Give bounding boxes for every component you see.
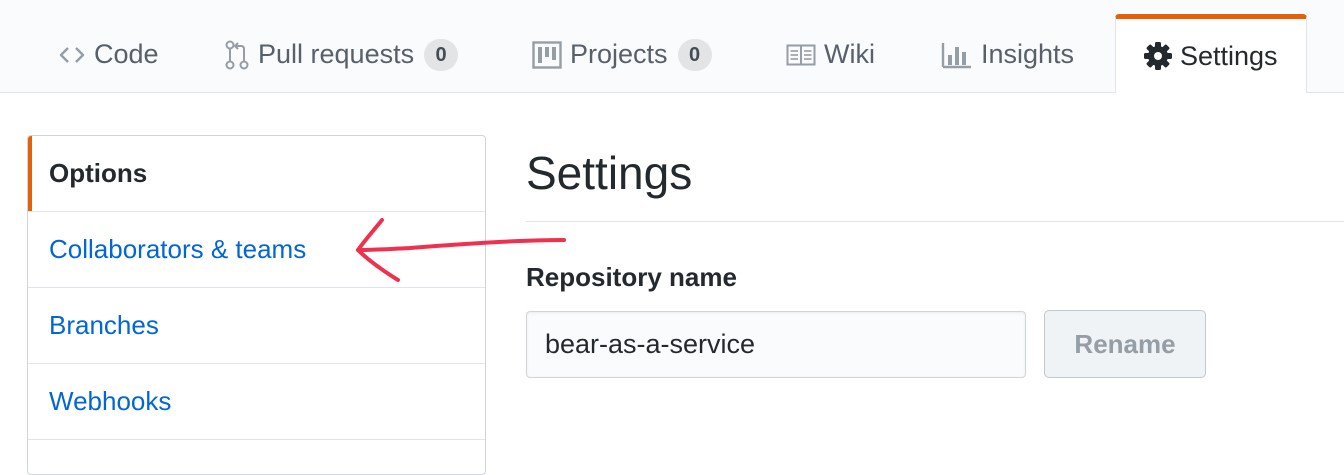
tab-label: Code	[94, 39, 159, 69]
projects-count-badge: 0	[677, 38, 712, 71]
tab-code[interactable]: Code	[58, 16, 159, 93]
book-icon	[786, 44, 816, 66]
sidebar-item-branches[interactable]: Branches	[28, 288, 485, 364]
tab-projects[interactable]: Projects 0	[532, 16, 712, 93]
title-divider	[526, 221, 1344, 222]
code-icon	[58, 45, 86, 65]
annotation-arrow-icon	[356, 218, 566, 282]
page-title: Settings	[526, 147, 693, 199]
tab-wiki[interactable]: Wiki	[786, 16, 875, 93]
tab-label: Projects	[570, 39, 668, 69]
tab-label: Wiki	[824, 39, 875, 69]
repo-nav-tabs: Code Pull requests 0 Projects 0 Wiki Ins…	[0, 0, 1344, 93]
sidebar-item-label: Options	[49, 158, 148, 188]
tab-label: Insights	[981, 39, 1075, 69]
settings-sidebar: Options Collaborators & teams Branches W…	[27, 135, 486, 475]
gear-icon	[1144, 42, 1172, 70]
tab-label: Pull requests	[258, 39, 415, 69]
sidebar-item-options[interactable]: Options	[28, 136, 485, 212]
tab-pull-requests[interactable]: Pull requests 0	[224, 16, 459, 93]
sidebar-item-webhooks[interactable]: Webhooks	[28, 364, 485, 440]
graph-icon	[941, 41, 973, 69]
sidebar-item-label: Webhooks	[49, 386, 172, 416]
tab-label: Settings	[1180, 40, 1278, 71]
git-pull-request-icon	[224, 40, 250, 70]
sidebar-item-label: Branches	[49, 310, 159, 340]
tab-settings[interactable]: Settings	[1115, 14, 1307, 93]
rename-button[interactable]: Rename	[1044, 310, 1206, 378]
tab-insights[interactable]: Insights	[941, 16, 1074, 93]
project-icon	[532, 40, 562, 69]
repository-name-input[interactable]	[526, 311, 1026, 378]
pull-requests-count-badge: 0	[424, 38, 459, 71]
sidebar-item-label: Collaborators & teams	[49, 234, 307, 264]
